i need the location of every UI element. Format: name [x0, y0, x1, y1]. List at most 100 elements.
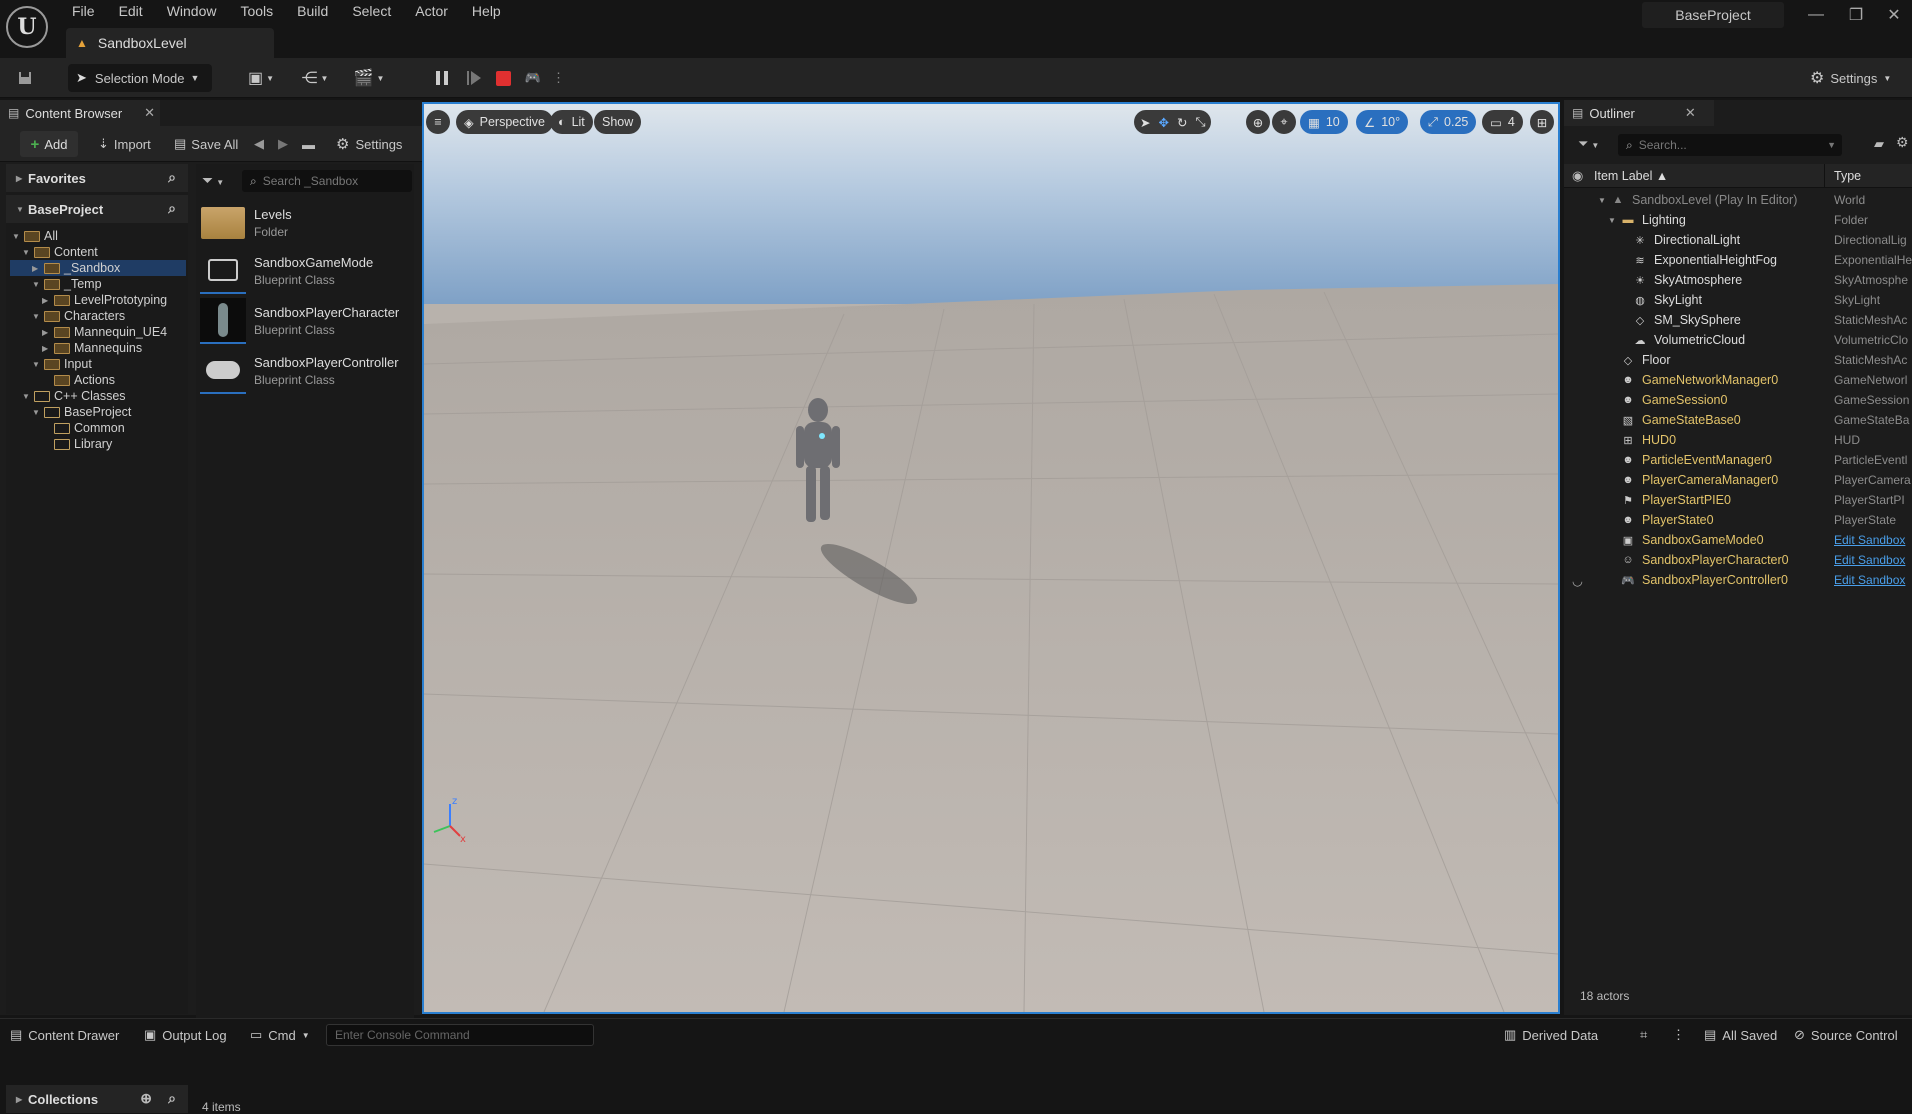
outliner-row-hud[interactable]: ⊞ HUD0 HUD [1564, 430, 1912, 450]
add-button[interactable]: + Add [20, 131, 78, 157]
outliner-row-sandbox-game-mode[interactable]: ▣ SandboxGameMode0 Edit Sandbox [1564, 530, 1912, 550]
console-command-input[interactable]: Enter Console Command [326, 1024, 594, 1046]
outliner-row-sky-sphere[interactable]: ◇ SM_SkySphere StaticMeshAc [1564, 310, 1912, 330]
layout-icon[interactable]: ⊞ [1530, 110, 1554, 134]
outliner-row-particle-event-manager[interactable]: ☻ ParticleEventManager0 ParticleEventl [1564, 450, 1912, 470]
tree-item-mannequins[interactable]: ▶ Mannequins [42, 340, 142, 356]
close-tab-icon[interactable]: ✕ [144, 105, 155, 121]
filter-icon[interactable]: ⏷ ▼ [202, 172, 224, 189]
outliner-row-directional-light[interactable]: ✳ DirectionalLight DirectionalLig [1564, 230, 1912, 250]
asset-sandbox-game-mode[interactable]: SandboxGameMode Blueprint Class [200, 248, 412, 294]
restore-icon[interactable]: ❐ [1836, 0, 1876, 30]
type-column[interactable]: Type [1834, 169, 1861, 183]
asset-sandbox-player-character[interactable]: SandboxPlayerCharacter Blueprint Class [200, 298, 412, 344]
search-icon[interactable]: ⌕ [168, 169, 176, 186]
all-saved-button[interactable]: ▤ All Saved [1704, 1025, 1777, 1045]
save-icon[interactable] [4, 64, 46, 92]
viewport-menu-icon[interactable]: ≡ [426, 110, 450, 134]
perspective-button[interactable]: ◈ Perspective [456, 110, 553, 134]
blueprints-icon[interactable]: ⋲ ▼ [294, 64, 336, 92]
eye-icon[interactable]: ◉ [1572, 168, 1583, 184]
add-folder-icon[interactable]: ▰ [1874, 136, 1884, 152]
outliner-row-floor[interactable]: ◇ Floor StaticMeshAc [1564, 350, 1912, 370]
tree-item-levelprototyping[interactable]: ▶ LevelPrototyping [42, 292, 167, 308]
tree-item-cpp-baseproject[interactable]: ▼ BaseProject [32, 404, 131, 420]
tree-item-characters[interactable]: ▼ Characters [32, 308, 125, 324]
gear-icon[interactable]: ⚙ [1896, 134, 1909, 151]
output-log-button[interactable]: ▣ Output Log [144, 1025, 227, 1045]
content-drawer-button[interactable]: ▤ Content Drawer [10, 1025, 119, 1045]
save-all-button[interactable]: ▤ Save All [174, 131, 238, 157]
outliner-row-sky-light[interactable]: ◍ SkyLight SkyLight [1564, 290, 1912, 310]
outliner-row-world[interactable]: ▼ ▲ SandboxLevel (Play In Editor) World [1564, 190, 1912, 210]
edit-blueprint-link[interactable]: Edit Sandbox [1834, 573, 1912, 587]
surface-snap-icon[interactable]: ⌖ [1272, 110, 1296, 134]
menu-select[interactable]: Select [340, 0, 403, 24]
cmd-dropdown[interactable]: ▭ Cmd ▼ [250, 1025, 310, 1045]
search-icon[interactable]: ⌕ [168, 200, 176, 217]
grid-snap-button[interactable]: ▦ 10 [1300, 110, 1348, 134]
outliner-row-fog[interactable]: ≋ ExponentialHeightFog ExponentialHe [1564, 250, 1912, 270]
add-collection-icon[interactable]: ⊕ [140, 1090, 152, 1107]
filter-icon[interactable]: ⏷ ▼ [1578, 136, 1599, 152]
project-header[interactable]: ▼ BaseProject ⌕ [6, 195, 188, 223]
menu-edit[interactable]: Edit [107, 0, 155, 24]
camera-speed-button[interactable]: ▭ 4 [1482, 110, 1523, 134]
menu-build[interactable]: Build [285, 0, 340, 24]
outliner-tab[interactable]: ▤ Outliner ✕ [1564, 100, 1714, 126]
outliner-row-sandbox-player-controller[interactable]: ◡ 🎮 SandboxPlayerController0 Edit Sandbox [1564, 570, 1912, 590]
edit-blueprint-link[interactable]: Edit Sandbox [1834, 533, 1912, 547]
tree-item-temp[interactable]: ▼ _Temp [32, 276, 102, 292]
rotate-icon[interactable]: ↻ [1177, 115, 1187, 130]
more-icon[interactable]: ⋮ [1672, 1025, 1685, 1045]
play-options-icon[interactable]: ⋮ [552, 64, 565, 92]
move-icon[interactable]: ✥ [1158, 115, 1168, 130]
collections-header[interactable]: ▶ Collections ⊕ ⌕ [6, 1085, 188, 1113]
outliner-row-player-camera-manager[interactable]: ☻ PlayerCameraManager0 PlayerCamera [1564, 470, 1912, 490]
rotation-snap-button[interactable]: ∠ 10° [1356, 110, 1409, 134]
selection-mode-dropdown[interactable]: ➤ Selection Mode ▼ [68, 64, 212, 92]
tree-item-input[interactable]: ▼ Input [32, 356, 92, 372]
tree-item-sandbox[interactable]: ▶ _Sandbox [10, 260, 186, 276]
tree-item-mannequin-ue4[interactable]: ▶ Mannequin_UE4 [42, 324, 167, 340]
asset-levels[interactable]: Levels Folder [200, 200, 412, 246]
stop-icon[interactable] [490, 64, 516, 92]
pause-icon[interactable] [428, 64, 456, 92]
folder-icon[interactable]: ▬ [302, 131, 315, 157]
tree-item-content[interactable]: ▼ Content [22, 244, 98, 260]
import-button[interactable]: ⇣ Import [98, 131, 151, 157]
cinematics-icon[interactable]: 🎬 ▼ [348, 64, 390, 92]
search-icon[interactable]: ⌕ [168, 1090, 176, 1107]
outliner-row-player-start[interactable]: ⚑ PlayerStartPIE0 PlayerStartPI [1564, 490, 1912, 510]
menu-actor[interactable]: Actor [403, 0, 460, 24]
outliner-row-game-network-manager[interactable]: ☻ GameNetworkManager0 GameNetworl [1564, 370, 1912, 390]
tree-item-common[interactable]: Common [54, 420, 125, 436]
minimize-icon[interactable]: — [1796, 0, 1836, 30]
content-browser-tab[interactable]: ▤ Content Browser ✕ [0, 100, 160, 126]
asset-sandbox-player-controller[interactable]: SandboxPlayerController Blueprint Class [200, 348, 412, 394]
trace-icon[interactable]: ⌗ [1640, 1025, 1647, 1045]
tree-item-library[interactable]: Library [54, 436, 112, 452]
world-space-icon[interactable]: ⊕ [1246, 110, 1270, 134]
level-viewport[interactable]: z x ≡ ◈ Perspective ◐ Lit Show ➤ ✥ ↻ ⤡ ⊕ ⌖… [422, 102, 1560, 1014]
cb-settings-button[interactable]: ⚙ Settings [336, 131, 402, 157]
outliner-row-sandbox-player-character[interactable]: ☺ SandboxPlayerCharacter0 Edit Sandbox [1564, 550, 1912, 570]
lit-button[interactable]: ◐ Lit [550, 110, 593, 134]
menu-window[interactable]: Window [155, 0, 229, 24]
forward-icon[interactable]: ▶ [278, 131, 288, 157]
scale-snap-button[interactable]: ⤢ 0.25 [1420, 110, 1477, 134]
source-control-button[interactable]: ⊘ Source Control [1794, 1025, 1898, 1045]
scale-icon[interactable]: ⤡ [1195, 115, 1205, 130]
close-tab-icon[interactable]: ✕ [1685, 105, 1696, 121]
add-actor-icon[interactable]: ▣ ▼ [240, 64, 282, 92]
outliner-row-game-state[interactable]: ▧ GameStateBase0 GameStateBa [1564, 410, 1912, 430]
edit-blueprint-link[interactable]: Edit Sandbox [1834, 553, 1912, 567]
outliner-row-lighting[interactable]: ▼ ▬ Lighting Folder [1564, 210, 1912, 230]
show-button[interactable]: Show [594, 110, 642, 134]
level-tab[interactable]: ▲ SandboxLevel [66, 28, 274, 58]
item-label-column[interactable]: Item Label ▲ [1594, 169, 1668, 183]
menu-help[interactable]: Help [460, 0, 513, 24]
menu-file[interactable]: File [60, 0, 107, 24]
outliner-row-game-session[interactable]: ☻ GameSession0 GameSession [1564, 390, 1912, 410]
unreal-logo-icon[interactable]: U [6, 6, 48, 48]
